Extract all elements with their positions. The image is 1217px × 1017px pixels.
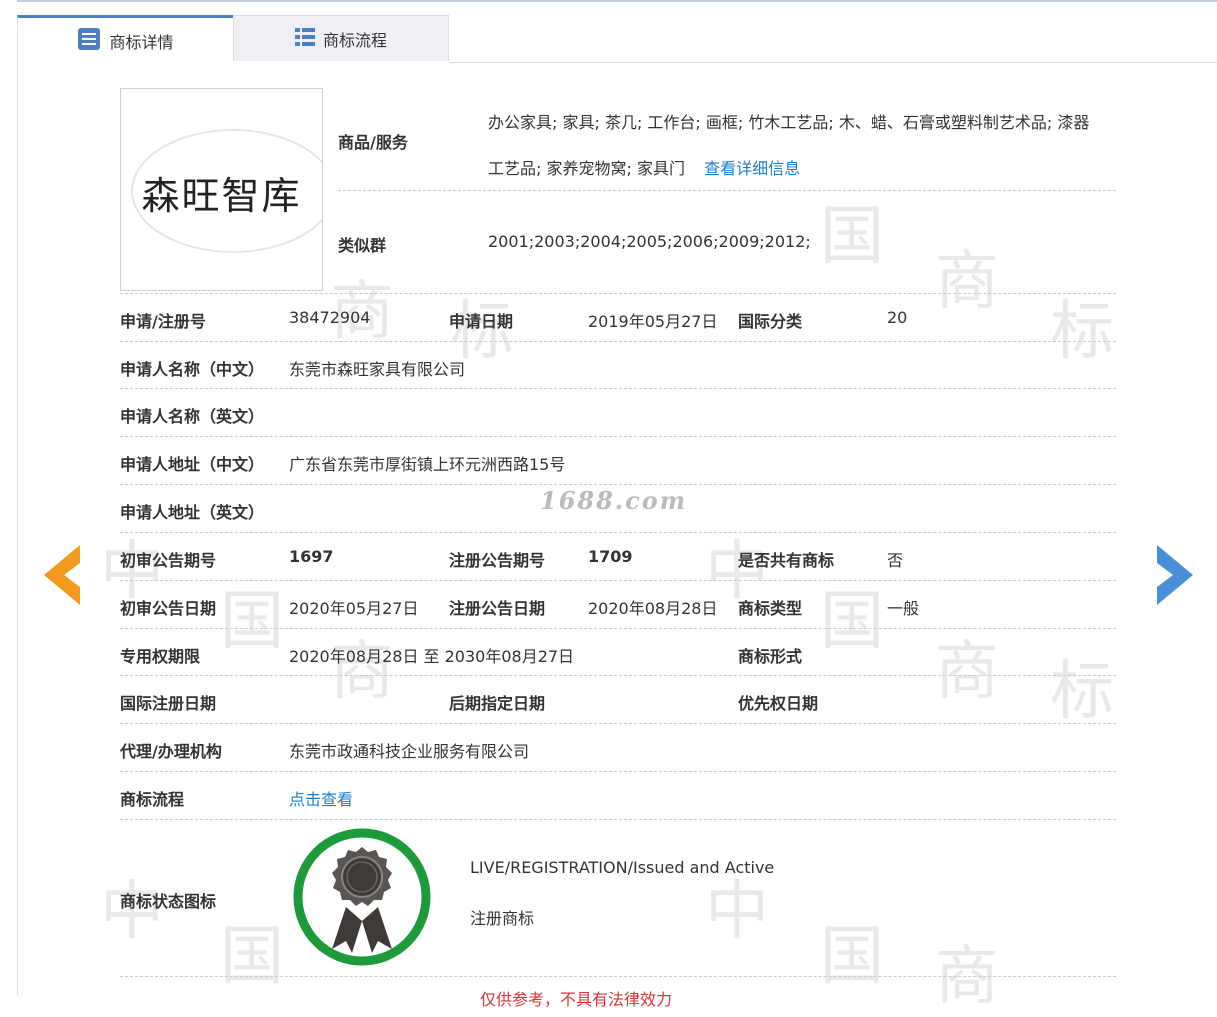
next-arrow-button[interactable]: [1155, 543, 1195, 607]
arrow-right-icon: [1157, 545, 1193, 605]
type-value: 一般: [887, 599, 920, 618]
tab-trademark-details[interactable]: 商标详情: [17, 15, 233, 63]
divider: [120, 771, 1116, 772]
divider: [120, 532, 1116, 533]
term-value: 2020年08月28日 至 2030年08月27日: [289, 647, 575, 666]
disclaimer-text: 仅供参考，不具有法律效力: [480, 990, 673, 1009]
status-english: LIVE/REGISTRATION/Issued and Active: [470, 858, 775, 877]
divider: [120, 628, 1116, 629]
reg-no-label: 申请/注册号: [120, 312, 206, 331]
watermark-glyph: 商: [330, 275, 394, 349]
apply-date-value: 2019年05月27日: [588, 312, 718, 331]
tab-divider: [449, 62, 1217, 63]
goods-line-2: 工艺品; 家养宠物窝; 家具门 查看详细信息: [488, 146, 1118, 192]
watermark-glyph: 国: [220, 585, 284, 659]
divider: [120, 976, 1116, 977]
process-label: 商标流程: [120, 790, 185, 809]
reg-pub-date-value: 2020年08月28日: [588, 599, 718, 618]
watermark-glyph: 国: [820, 585, 884, 659]
tab-bar: 商标详情 商标流程: [17, 15, 1217, 63]
document-list-icon: [77, 27, 101, 55]
prelim-no-value: 1697: [289, 547, 334, 566]
list-icon: [294, 27, 315, 51]
view-details-link[interactable]: 查看详细信息: [704, 159, 800, 178]
agent-label: 代理/办理机构: [120, 742, 222, 761]
divider: [120, 341, 1116, 342]
site-watermark: 1688.com: [540, 486, 688, 515]
goods-label: 商品/服务: [338, 133, 408, 152]
later-date-label: 后期指定日期: [449, 694, 546, 713]
applicant-cn-label: 申请人名称（中文）: [120, 360, 265, 379]
reg-pub-no-value: 1709: [588, 547, 633, 566]
applicant-cn-value: 东莞市森旺家具有限公司: [289, 360, 466, 379]
view-process-link[interactable]: 点击查看: [289, 786, 353, 810]
watermark-glyph: 标: [1050, 655, 1114, 729]
award-ribbon-icon: [290, 825, 434, 969]
priority-date-label: 优先权日期: [738, 694, 819, 713]
type-label: 商标类型: [738, 599, 803, 618]
term-label: 专用权期限: [120, 647, 201, 666]
tab-trademark-process[interactable]: 商标流程: [233, 15, 449, 61]
watermark-glyph: 商: [935, 940, 999, 1014]
tab-label: 商标详情: [109, 32, 174, 52]
goods-line: 办公家具; 家具; 茶几; 工作台; 画框; 竹木工艺品; 木、蜡、石膏或塑料制…: [488, 113, 1090, 132]
goods-line: 工艺品; 家养宠物窝; 家具门: [488, 159, 685, 178]
tab-label: 商标流程: [322, 30, 387, 50]
watermark-glyph: 商: [935, 635, 999, 709]
watermark-glyph: 国: [820, 200, 884, 274]
agent-value: 东莞市政通科技企业服务有限公司: [289, 742, 530, 761]
divider: [120, 580, 1116, 581]
prelim-date-label: 初审公告日期: [120, 599, 217, 618]
similar-group-label: 类似群: [338, 236, 387, 255]
similar-group-value: 2001;2003;2004;2005;2006;2009;2012;: [488, 232, 811, 251]
intl-class-value: 20: [887, 308, 908, 327]
apply-date-label: 申请日期: [449, 312, 514, 331]
address-cn-label: 申请人地址（中文）: [120, 455, 265, 474]
watermark-glyph: 商: [935, 245, 999, 319]
reg-pub-no-label: 注册公告期号: [449, 551, 546, 570]
prev-arrow-button[interactable]: [42, 543, 82, 607]
status-icon-label: 商标状态图标: [120, 892, 217, 911]
trademark-logo-text: 森旺智库: [141, 174, 302, 218]
divider: [120, 388, 1116, 389]
status-chinese: 注册商标: [470, 909, 535, 928]
divider: [120, 484, 1116, 485]
address-cn-value: 广东省东莞市厚街镇上环元洲西路15号: [289, 455, 566, 474]
reg-pub-date-label: 注册公告日期: [449, 599, 546, 618]
prelim-no-label: 初审公告期号: [120, 551, 217, 570]
shared-value: 否: [887, 551, 904, 570]
divider: [120, 723, 1116, 724]
address-en-label: 申请人地址（英文）: [120, 503, 265, 522]
divider: [120, 675, 1116, 676]
divider: [120, 436, 1116, 437]
divider: [338, 190, 1116, 191]
applicant-en-label: 申请人名称（英文）: [120, 407, 265, 426]
intl-reg-date-label: 国际注册日期: [120, 694, 217, 713]
goods-value: 办公家具; 家具; 茶几; 工作台; 画框; 竹木工艺品; 木、蜡、石膏或塑料制…: [488, 100, 1118, 192]
arrow-left-icon: [44, 545, 80, 605]
watermark-glyph: 国: [820, 920, 884, 994]
shared-label: 是否共有商标: [738, 551, 835, 570]
prelim-date-value: 2020年05月27日: [289, 599, 419, 618]
divider: [120, 293, 1116, 294]
intl-class-label: 国际分类: [738, 312, 803, 331]
reg-no-value: 38472904: [289, 308, 371, 327]
trademark-image: 森旺智库: [120, 88, 323, 291]
form-label: 商标形式: [738, 647, 803, 666]
watermark-glyph: 国: [220, 920, 284, 994]
divider: [120, 819, 1116, 820]
top-border: [17, 0, 1217, 2]
panel-border: [17, 63, 18, 995]
